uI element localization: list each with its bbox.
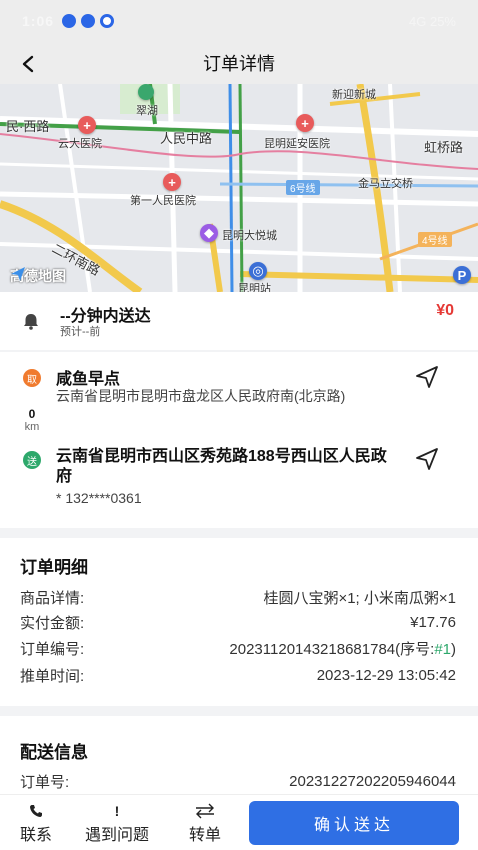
map-label: 昆明延安医院 (264, 138, 330, 150)
order-detail-card: 订单明细 商品详情: 桂圆八宝粥×1; 小米南瓜粥×1 实付金额: ¥17.76… (0, 538, 478, 706)
swap-arrows-icon (194, 801, 216, 821)
amap-logo-icon (11, 267, 25, 281)
detail-row-items: 商品详情: 桂圆八宝粥×1; 小米南瓜粥×1 (20, 589, 456, 607)
metro-line-label: 4号线 (418, 232, 452, 247)
back-button[interactable] (14, 50, 42, 78)
delivery-tag: 送 (23, 451, 41, 469)
map-label: 云大医院 (58, 138, 102, 150)
notification-icons (62, 14, 115, 28)
map-label: 虹桥路 (424, 140, 464, 155)
route-map[interactable]: 新迎新城 翠湖 民·西路 + 云大医院 人民中路 + 昆明延安医院 虹桥路 6号… (0, 84, 478, 292)
map-label: 金马立交桥 (358, 178, 413, 190)
hospital-marker-icon: + (296, 114, 314, 132)
pickup-address: 云南省昆明市昆明市盘龙区人民政府南(北京路) (56, 388, 346, 404)
order-detail-title: 订单明细 (20, 558, 88, 577)
distance: 0 km (24, 407, 40, 434)
delivery-row-order-no: 订单号: 20231227202205946044 (20, 772, 456, 791)
map-label: 人民中路 (160, 131, 213, 146)
mall-marker-icon: ◆ (200, 224, 218, 242)
app-notification-icon (100, 14, 115, 28)
train-station-marker-icon: ◎ (249, 262, 267, 280)
top-nav-bar: 订单详情 (0, 42, 478, 84)
hospital-marker-icon: + (78, 116, 96, 134)
contact-button[interactable]: 联系 (20, 801, 52, 845)
navigate-pickup-icon[interactable] (414, 364, 440, 390)
customer-phone[interactable]: * 132****0361 (56, 490, 142, 506)
status-indicators: 4G 25% (409, 13, 456, 29)
order-price: ¥0 (436, 302, 454, 319)
phone-icon (29, 801, 43, 821)
confirm-delivery-button[interactable]: 确认送达 (249, 801, 459, 845)
hospital-marker-icon: + (163, 173, 181, 191)
bottom-action-bar: 联系 ! 遇到问题 转单 确认送达 (0, 794, 478, 850)
detail-row-push-time: 推单时间: 2023-12-29 13:05:42 (20, 666, 456, 685)
delivery-info-title: 配送信息 (20, 743, 88, 762)
map-label: 翠湖 (136, 105, 158, 117)
delivery-info-card: 配送信息 订单号: 20231227202205946044 (0, 716, 478, 806)
pickup-name: 咸鱼早点 (56, 371, 121, 388)
eta-subtitle: 预计--前 (60, 326, 101, 338)
page-title: 订单详情 (203, 54, 275, 74)
navigate-delivery-icon[interactable] (414, 446, 440, 472)
exclamation-icon: ! (114, 803, 120, 819)
status-time: 1:06 (22, 13, 55, 29)
parking-marker-icon: P (453, 266, 471, 284)
map-label: 民·西路 (6, 119, 50, 134)
map-label: 新迎新城 (332, 89, 376, 101)
pickup-tag: 取 (23, 369, 41, 387)
map-label: 第一人民医院 (130, 195, 196, 207)
map-watermark: 高德地图 (10, 267, 66, 284)
park-marker-icon (138, 84, 154, 100)
map-label: 昆明站 (238, 283, 271, 292)
route-card: 取 咸鱼早点 云南省昆明市昆明市盘龙区人民政府南(北京路) 0 km 送 云南省… (0, 352, 478, 528)
detail-row-amount: 实付金额: ¥17.76 (20, 613, 456, 632)
status-bar: 1:06 4G 25% (0, 0, 478, 42)
transfer-order-button[interactable]: 转单 (189, 801, 221, 845)
metro-line-label: 6号线 (286, 180, 320, 195)
map-label: 昆明大悦城 (222, 230, 277, 242)
detail-row-order-id: 订单编号: 20231120143218681784(序号:#1) (20, 640, 456, 658)
bell-icon (24, 314, 38, 330)
report-problem-button[interactable]: ! 遇到问题 (85, 801, 149, 845)
eta-card: --分钟内送达 预计--前 ¥0 (0, 292, 478, 350)
delivery-address: 云南省昆明市西山区秀苑路188号西山区人民政府 (56, 448, 387, 485)
app-notification-icon (81, 14, 96, 28)
sequence-number: #1 (434, 640, 451, 658)
chevron-left-icon (22, 55, 34, 73)
app-notification-icon (62, 14, 77, 28)
